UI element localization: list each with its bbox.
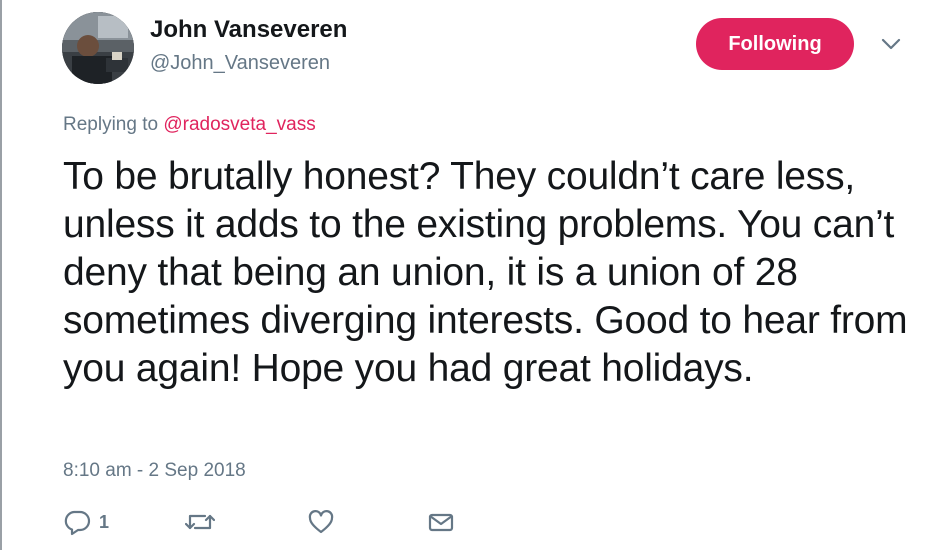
like-button[interactable] bbox=[307, 508, 335, 536]
direct-message-icon bbox=[428, 513, 454, 532]
like-icon bbox=[308, 510, 334, 534]
retweet-icon bbox=[185, 514, 215, 530]
chevron-down-icon bbox=[881, 38, 901, 50]
tweet-timestamp[interactable]: 8:10 am - 2 Sep 2018 bbox=[63, 460, 246, 482]
reply-button[interactable]: 1 bbox=[63, 508, 109, 536]
tweet-card: John Vanseveren @John_Vanseveren Followi… bbox=[0, 0, 939, 550]
reply-count: 1 bbox=[99, 511, 110, 532]
user-name[interactable]: John Vanseveren bbox=[150, 16, 347, 44]
avatar[interactable] bbox=[62, 12, 134, 84]
reply-mention-link[interactable]: @radosveta_vass bbox=[163, 114, 315, 135]
reply-icon bbox=[64, 510, 91, 536]
replying-to: Replying to @radosveta_vass bbox=[63, 114, 316, 136]
user-handle[interactable]: @John_Vanseveren bbox=[150, 52, 330, 75]
replying-to-label: Replying to bbox=[63, 114, 159, 135]
direct-message-button[interactable] bbox=[427, 508, 455, 536]
avatar-photo bbox=[62, 12, 134, 84]
more-options-caret[interactable] bbox=[878, 34, 904, 54]
tweet-text: To be brutally honest? They couldn’t car… bbox=[63, 155, 908, 390]
retweet-button[interactable] bbox=[185, 508, 215, 536]
following-button[interactable]: Following bbox=[696, 18, 854, 70]
